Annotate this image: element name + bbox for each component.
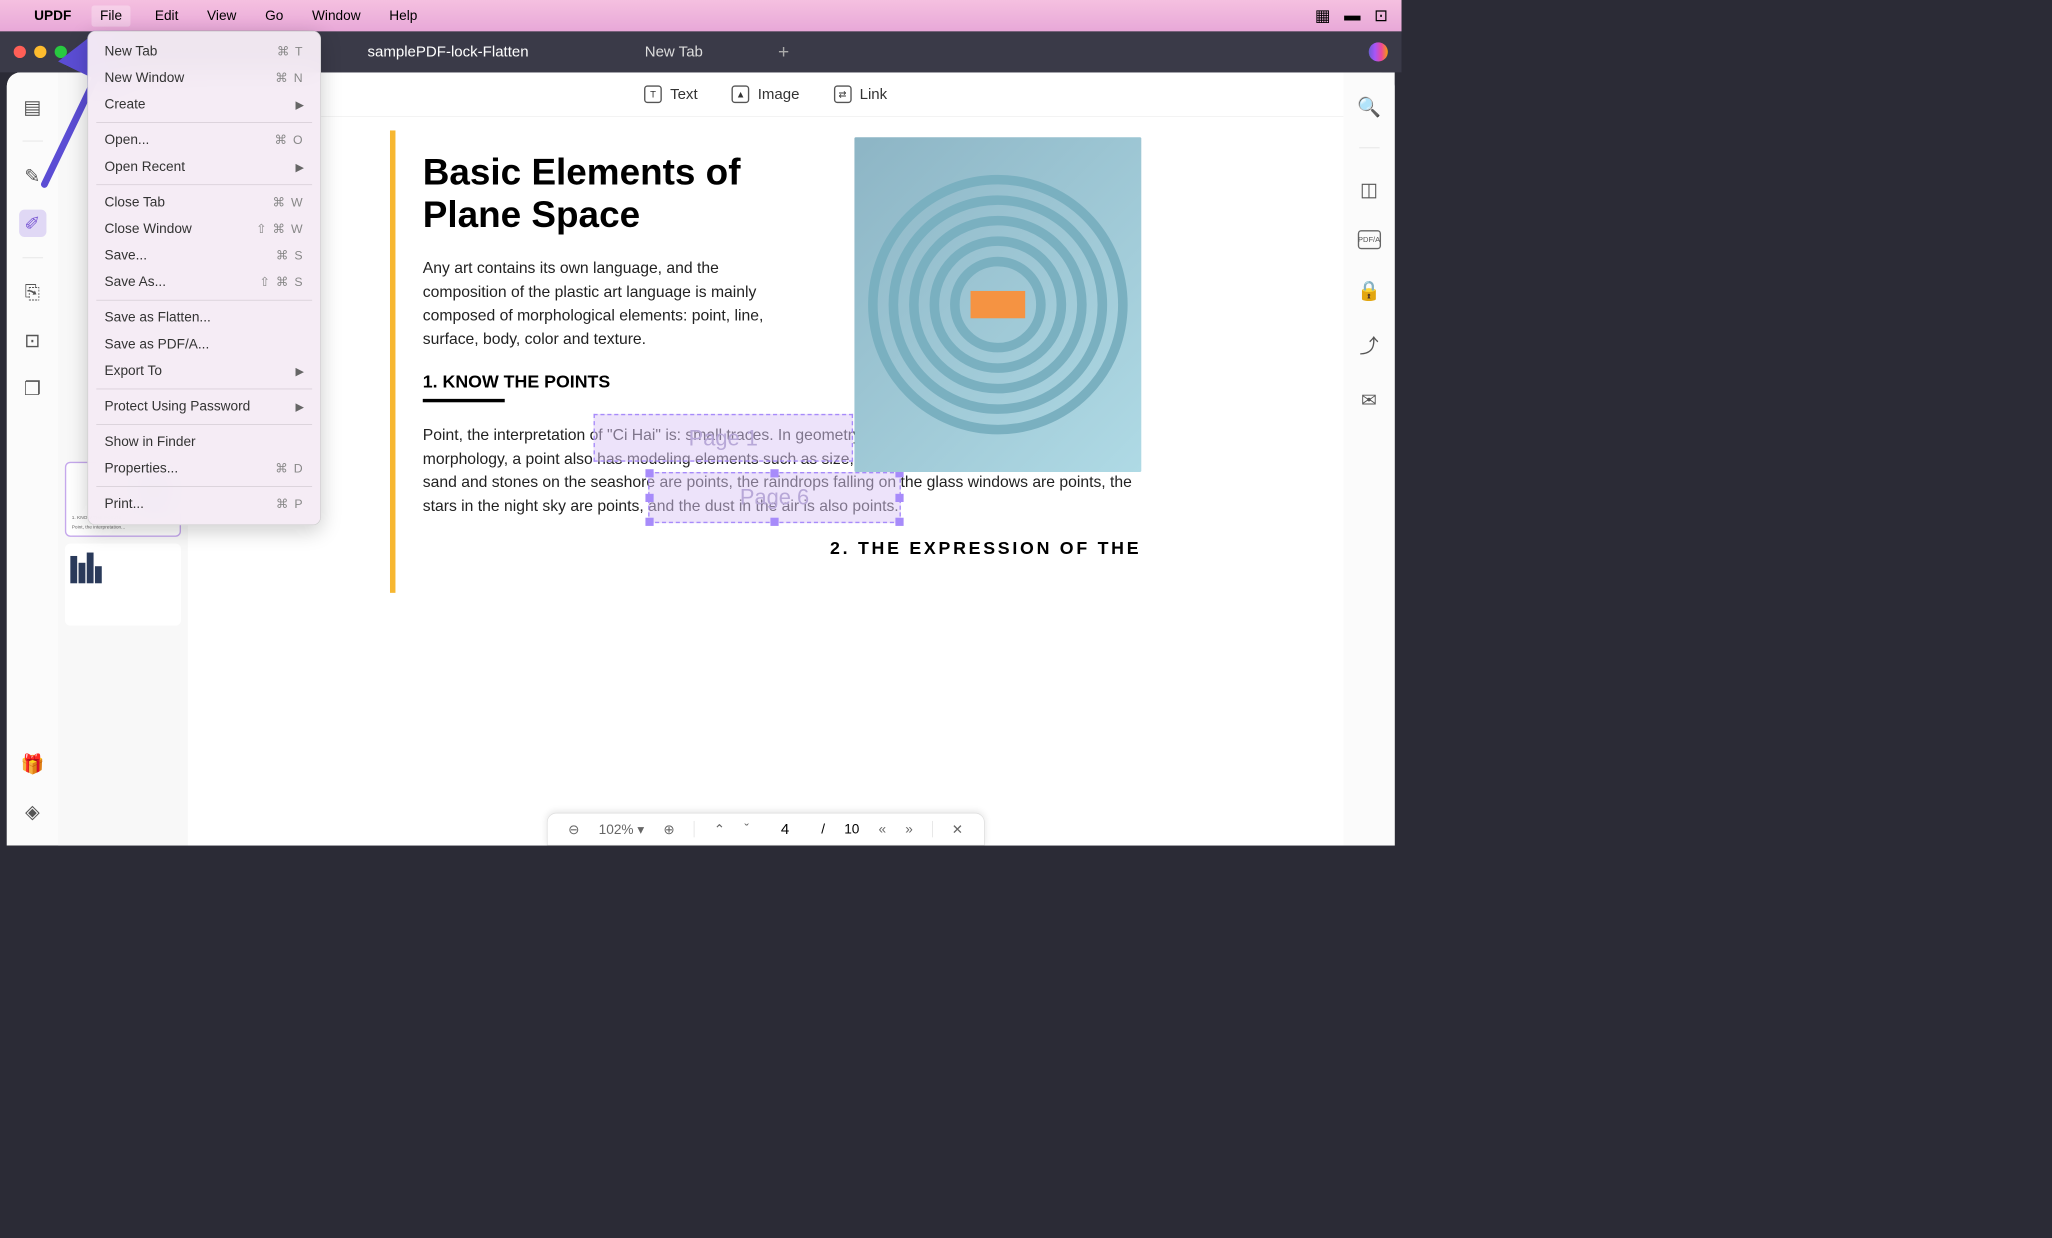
current-page-input[interactable] [768,820,802,838]
status-bar: ⊖ 102% ▾ ⊕ ⌃ ˇ / 10 « » ✕ [547,813,985,846]
dd-save-pdfa[interactable]: Save as PDF/A... [88,331,320,358]
pdfa-icon[interactable]: PDF/A [1357,230,1380,249]
first-page-button[interactable]: « [879,821,887,837]
dd-new-window[interactable]: New Window⌘ N [88,65,320,92]
dd-save[interactable]: Save...⌘ S [88,242,320,269]
menu-window[interactable]: Window [308,8,365,24]
highlight-icon[interactable]: ✎ [19,162,46,189]
menubar-icon-1[interactable]: ▦ [1315,6,1330,26]
gift-icon[interactable]: 🎁 [19,750,46,777]
pages-icon[interactable]: ❐ [19,374,46,401]
window-controls [14,46,67,58]
dd-show-finder[interactable]: Show in Finder [88,429,320,456]
link-tool-button[interactable]: ⇄Link [834,85,888,103]
page-icon[interactable]: ⎘ [19,279,46,306]
search-icon[interactable]: 🔍 [1355,93,1382,120]
close-statusbar-button[interactable]: ✕ [952,821,963,838]
menubar-icon-2[interactable]: ▬ [1344,6,1360,26]
total-pages: 10 [844,821,859,837]
lock-icon[interactable]: 🔒 [1355,277,1382,304]
doc-title: Basic Elements of Plane Space [423,151,799,236]
left-sidebar: ▤ ✎ ✐ ⎘ ⊡ ❐ 🎁 ◈ [7,72,58,845]
right-sidebar: 🔍 ◫ PDF/A 🔒 ⤴ ✉ [1343,72,1394,845]
app-name[interactable]: UPDF [34,8,71,24]
dd-open[interactable]: Open...⌘ O [88,127,320,154]
text-icon: T [644,85,662,103]
zoom-level[interactable]: 102% ▾ [599,821,645,838]
file-dropdown-menu: New Tab⌘ T New Window⌘ N Create▶ Open...… [87,31,321,525]
menu-edit[interactable]: Edit [151,8,183,24]
document-page: Basic Elements of Plane Space Any art co… [390,130,1141,593]
layers-icon[interactable]: ◈ [19,798,46,825]
dd-close-tab[interactable]: Close Tab⌘ W [88,189,320,216]
chevron-right-icon: ▶ [296,400,304,414]
menubar-icon-3[interactable]: ⊡ [1374,6,1388,26]
annotation-page1[interactable]: Page 1 [594,414,854,462]
chevron-right-icon: ▶ [296,364,304,378]
dd-create[interactable]: Create▶ [88,92,320,119]
export-icon[interactable]: ⤴ [1355,331,1382,358]
dd-new-tab[interactable]: New Tab⌘ T [88,38,320,65]
dd-save-flatten[interactable]: Save as Flatten... [88,305,320,332]
dd-close-window[interactable]: Close Window⇧ ⌘ W [88,216,320,243]
doc-heading-2: 2. THE EXPRESSION OF THE [423,538,1142,559]
tab-document[interactable]: samplePDF-lock-Flatten [313,38,583,67]
annotation-page6-selected[interactable]: Page 6 [648,472,901,523]
divider [423,399,505,402]
tab-new[interactable]: New Tab [590,38,757,67]
close-window-button[interactable] [14,46,26,58]
image-icon: ▲ [732,85,750,103]
edit-icon[interactable]: ✐ [19,210,46,237]
menu-view[interactable]: View [203,8,241,24]
content-area: TText ▲Image ⇄Link Basic Elements of Pla… [188,72,1344,845]
image-tool-button[interactable]: ▲Image [732,85,800,103]
dd-protect[interactable]: Protect Using Password▶ [88,393,320,420]
last-page-button[interactable]: » [905,821,913,837]
prev-page-button[interactable]: ⌃ [714,821,725,838]
minimize-window-button[interactable] [34,46,46,58]
page-thumbnail-2[interactable] [65,544,181,626]
new-tab-button[interactable]: + [764,38,802,65]
ocr-icon[interactable]: ◫ [1355,176,1382,203]
next-page-button[interactable]: ˇ [744,821,749,837]
crop-icon[interactable]: ⊡ [19,326,46,353]
reader-mode-icon[interactable]: ▤ [19,93,46,120]
link-icon: ⇄ [834,85,852,103]
dd-properties[interactable]: Properties...⌘ D [88,456,320,483]
menu-file[interactable]: File [92,5,130,26]
edit-toolbar: TText ▲Image ⇄Link [188,72,1344,116]
menu-go[interactable]: Go [261,8,287,24]
document-viewport[interactable]: Basic Elements of Plane Space Any art co… [188,117,1344,846]
chevron-right-icon: ▶ [296,98,304,112]
chevron-right-icon: ▶ [296,160,304,174]
maximize-window-button[interactable] [55,46,67,58]
dd-open-recent[interactable]: Open Recent▶ [88,154,320,181]
zoom-in-button[interactable]: ⊕ [663,821,674,838]
doc-paragraph-1: Any art contains its own language, and t… [423,256,799,350]
dd-print[interactable]: Print...⌘ P [88,491,320,518]
dd-export-to[interactable]: Export To▶ [88,358,320,385]
dd-save-as[interactable]: Save As...⇧ ⌘ S [88,269,320,296]
brand-icon[interactable] [1369,42,1388,61]
mail-icon[interactable]: ✉ [1355,386,1382,413]
menu-help[interactable]: Help [385,8,421,24]
document-image [854,137,1141,472]
zoom-out-button[interactable]: ⊖ [568,821,579,838]
menubar: UPDF File Edit View Go Window Help ▦ ▬ ⊡ [0,0,1402,31]
text-tool-button[interactable]: TText [644,85,698,103]
page-separator: / [821,821,825,837]
